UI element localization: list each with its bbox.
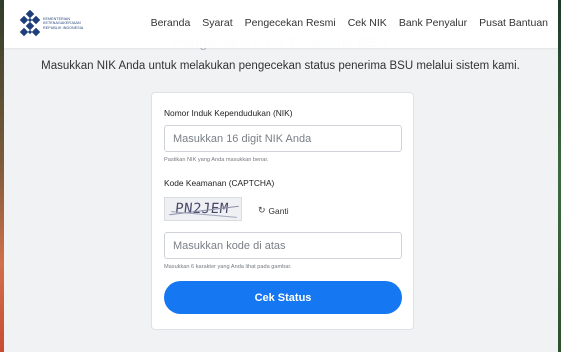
logo-line: REPUBLIK INDONESIA — [43, 25, 84, 30]
captcha-image: PN2JEM — [164, 197, 242, 221]
nik-input[interactable] — [164, 125, 402, 152]
refresh-icon: ↻ — [258, 205, 266, 215]
captcha-input[interactable] — [164, 232, 402, 259]
check-status-button[interactable]: Cek Status — [164, 281, 402, 314]
captcha-refresh-button[interactable]: ↻ Ganti — [258, 205, 289, 216]
ministry-logo[interactable]: KEMENTERIAN KETENAGAKERJAAN REPUBLIK IND… — [16, 9, 101, 39]
kemnaker-logo-icon — [19, 9, 41, 37]
background-edge-left — [0, 0, 4, 352]
nav-item-beranda[interactable]: Beranda — [151, 17, 191, 29]
nav-item-pusat-bantuan[interactable]: Pusat Bantuan — [479, 17, 548, 29]
nav-item-bank-penyalur[interactable]: Bank Penyalur — [399, 17, 467, 29]
nav-item-pengecekan-resmi[interactable]: Pengecekan Resmi — [245, 17, 336, 29]
refresh-label: Ganti — [268, 205, 289, 216]
top-navbar: KEMENTERIAN KETENAGAKERJAAN REPUBLIK IND… — [4, 0, 558, 48]
page-subtitle: Masukkan NIK Anda untuk melakukan pengec… — [41, 60, 520, 72]
nik-label: Nomor Induk Kependudukan (NIK) — [164, 108, 293, 118]
captcha-label: Kode Keamanan (CAPTCHA) — [164, 178, 275, 188]
nav-item-syarat[interactable]: Syarat — [202, 17, 232, 29]
nik-check-form: Nomor Induk Kependudukan (NIK) Pastikan … — [151, 92, 414, 330]
main-nav: Beranda Syarat Pengecekan Resmi Cek NIK … — [139, 17, 548, 29]
nav-item-cek-nik[interactable]: Cek NIK — [348, 17, 387, 29]
logo-wordmark: KEMENTERIAN KETENAGAKERJAAN REPUBLIK IND… — [43, 17, 103, 30]
nik-hint: Pastikan NIK yang Anda masukkan benar. — [164, 157, 269, 163]
captcha-hint: Masukkan 6 karakter yang Anda lihat pada… — [164, 264, 292, 270]
